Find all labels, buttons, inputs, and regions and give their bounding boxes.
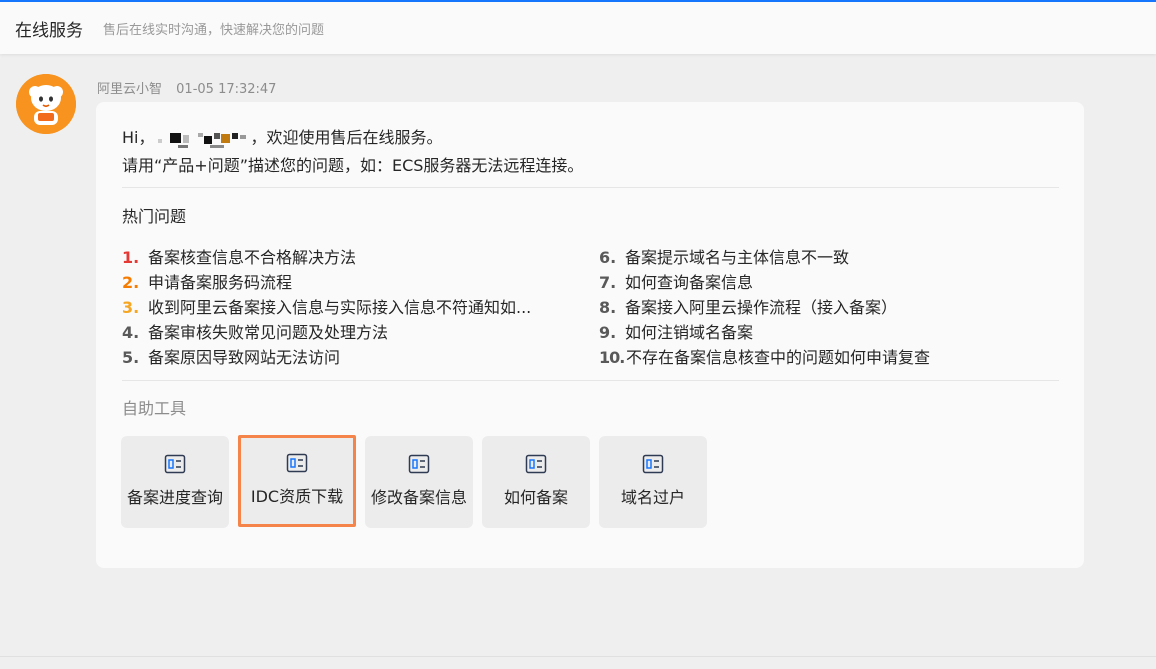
hot-question-item[interactable]: 7. 如何查询备案信息 <box>599 270 930 295</box>
robot-mascot-icon <box>16 74 76 134</box>
tool-filing-progress-query[interactable]: 备案进度查询 <box>121 436 229 528</box>
tool-label: IDC资质下载 <box>250 487 344 506</box>
tool-label: 如何备案 <box>503 488 568 507</box>
hot-questions-right-column: 6. 备案提示域名与主体信息不一致 7. 如何查询备案信息 8. 备案接入阿里云操作流… <box>599 245 930 370</box>
hot-question-item[interactable]: 6. 备案提示域名与主体信息不一致 <box>599 245 930 270</box>
greeting-suffix: ，欢迎使用售后在线服务。 <box>250 128 443 147</box>
form-icon <box>642 454 664 474</box>
instruction-text: 请用“产品+问题”描述您的问题，如：ECS服务器无法远程连接。 <box>122 156 584 175</box>
hot-question-item[interactable]: 9. 如何注销域名备案 <box>599 320 930 345</box>
page-header: 在线服务 售后在线实时沟通，快速解决您的问题 <box>0 2 1156 54</box>
divider-1 <box>122 187 1059 188</box>
form-icon <box>286 453 308 473</box>
tool-label: 修改备案信息 <box>370 488 467 507</box>
message-time: 01-05 17:32:47 <box>176 82 277 97</box>
hot-question-item[interactable]: 8. 备案接入阿里云操作流程（接入备案） <box>599 295 930 320</box>
greeting-line: Hi， ，欢迎使用售后在线服务。 <box>122 124 583 152</box>
tool-modify-filing-info[interactable]: 修改备案信息 <box>365 436 473 528</box>
tool-label: 域名过户 <box>620 488 685 507</box>
tool-domain-transfer[interactable]: 域名过户 <box>599 436 707 528</box>
tool-idc-qualification-download[interactable]: IDC资质下载 <box>238 435 356 527</box>
message-meta: 阿里云小智 01-05 17:32:47 <box>97 78 276 97</box>
hot-question-item[interactable]: 1. 备案核查信息不合格解决方法 <box>122 245 531 270</box>
masked-username <box>154 130 250 148</box>
hot-question-item[interactable]: 2. 申请备案服务码流程 <box>122 270 531 295</box>
tool-how-to-file[interactable]: 如何备案 <box>482 436 590 528</box>
message-card: Hi， ，欢迎使用售后在线服务。 请用“产品+问题”描述您的问题，如：ECS服务… <box>96 102 1084 568</box>
hot-question-item[interactable]: 10. 不存在备案信息核查中的问题如何申请复查 <box>599 345 930 370</box>
hot-question-item[interactable]: 3. 收到阿里云备案接入信息与实际接入信息不符通知如... <box>122 295 531 320</box>
divider-2 <box>122 380 1059 381</box>
hot-questions-left-column: 1. 备案核查信息不合格解决方法 2. 申请备案服务码流程 3. 收到阿里云备案接入信… <box>122 245 531 370</box>
form-icon <box>408 454 430 474</box>
form-icon <box>525 454 547 474</box>
hot-questions-title: 热门问题 <box>122 207 187 226</box>
bottom-divider <box>0 656 1156 657</box>
page-title: 在线服务 <box>15 20 83 41</box>
form-icon <box>164 454 186 474</box>
greeting-block: Hi， ，欢迎使用售后在线服务。 请用“产品+问题”描述您的问题，如：ECS服务… <box>122 124 583 180</box>
page-subtitle: 售后在线实时沟通，快速解决您的问题 <box>103 22 325 38</box>
tool-label: 备案进度查询 <box>126 488 223 507</box>
hot-question-item[interactable]: 4. 备案审核失败常见问题及处理方法 <box>122 320 531 345</box>
self-service-tools-title: 自助工具 <box>122 399 187 418</box>
greeting-prefix: Hi， <box>122 128 155 147</box>
tools-row: 备案进度查询 IDC资质下载 修改备案信息 如何备案 域名过户 <box>121 435 716 528</box>
sender-name: 阿里云小智 <box>97 82 163 97</box>
hot-question-item[interactable]: 5. 备案原因导致网站无法访问 <box>122 345 531 370</box>
bot-avatar <box>16 74 76 134</box>
